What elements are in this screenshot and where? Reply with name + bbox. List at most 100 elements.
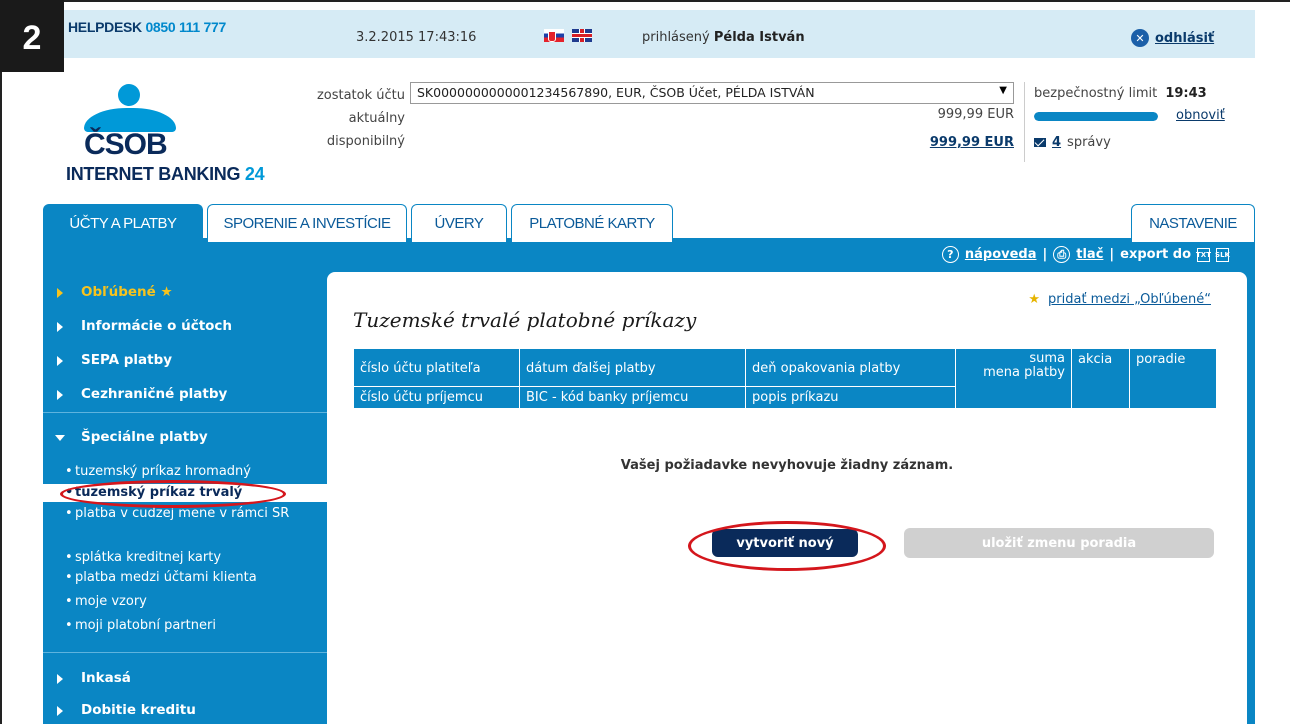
chevron-right-icon [57, 674, 63, 684]
separator: | [1042, 247, 1048, 262]
sidebar-subitem-bulk-order[interactable]: tuzemský príkaz hromadný [43, 464, 327, 479]
sidebar-item-favorites[interactable]: Obľúbené ★ [43, 284, 327, 300]
column-header: popis príkazu [745, 386, 956, 409]
main-tabs: ÚČTY A PLATBY SPORENIE A INVESTÍCIE ÚVER… [43, 204, 1255, 242]
step-number-badge: 2 [0, 0, 64, 72]
logo-name: ČSOB [84, 128, 168, 161]
help-icon[interactable]: ? [941, 246, 959, 263]
helpdesk-number: 0850 111 777 [145, 19, 226, 35]
chevron-right-icon [57, 706, 63, 716]
logout-link[interactable]: ✕ odhlásiť [1131, 29, 1214, 47]
vertical-separator [1024, 82, 1025, 162]
security-limit: bezpečnostný limit 19:43 [1034, 86, 1207, 101]
tab-loans[interactable]: ÚVERY [411, 204, 507, 242]
column-header: suma [1029, 351, 1065, 366]
actual-balance-value: 999,99 EUR [937, 107, 1014, 122]
sidebar-subitem-credit-card-repayment[interactable]: splátka kreditnej karty [43, 550, 327, 565]
chevron-right-icon [57, 322, 63, 332]
sidebar-subitem-own-accounts[interactable]: platba medzi účtami klienta [43, 570, 327, 585]
print-icon[interactable]: ⎙ [1053, 246, 1071, 263]
table-header-row: číslo účtu platiteľa dátum ďalšej platby… [353, 348, 1217, 409]
top-bar: HELPDESK 0850 111 777 3.2.2015 17:43:16 … [64, 10, 1255, 58]
slk-file-icon[interactable]: SLK [1215, 247, 1230, 262]
logged-user: prihlásený Példa István [642, 30, 805, 45]
sidebar-item-label: SEPA platby [81, 352, 173, 368]
create-new-button[interactable]: vytvoriť nový [712, 529, 858, 557]
utility-links: ? nápoveda | ⎙ tlač | export do TXT SLK [941, 246, 1230, 263]
export-label: export do [1120, 247, 1191, 262]
label-actual: aktuálny [348, 111, 405, 126]
session-datetime: 3.2.2015 17:43:16 [356, 30, 477, 45]
logo-sub-text: INTERNET BANKING [66, 164, 241, 184]
sidebar-divider [43, 652, 327, 653]
column-header: mena platby [983, 365, 1065, 380]
logged-prefix: prihlásený [642, 30, 710, 45]
available-balance-value[interactable]: 999,99 EUR [850, 135, 1014, 150]
logo-sub-number: 24 [244, 164, 265, 184]
slovak-flag-icon[interactable] [544, 29, 564, 42]
messages-link[interactable]: 4 správy [1034, 135, 1111, 150]
mail-icon [1034, 138, 1046, 147]
security-limit-time: 19:43 [1165, 86, 1207, 101]
save-order-button[interactable]: uložiť zmenu poradia [904, 528, 1214, 558]
sidebar-item-label: Cezhraničné platby [81, 386, 228, 402]
security-limit-label: bezpečnostný limit [1034, 86, 1158, 101]
help-link[interactable]: nápoveda [965, 247, 1037, 262]
column-header: BIC - kód banky príjemcu [519, 386, 746, 409]
main-content: ★ pridať medzi „Obľúbené“ Tuzemské trval… [327, 272, 1247, 724]
add-to-favorites[interactable]: ★ pridať medzi „Obľúbené“ [1028, 292, 1211, 307]
helpdesk-label: HELPDESK [68, 19, 142, 35]
account-select[interactable]: SK0000000000001234567890, EUR, ČSOB Účet… [410, 82, 1014, 104]
english-flag-icon[interactable] [572, 29, 592, 42]
column-header: číslo účtu platiteľa [353, 348, 520, 387]
logout-label[interactable]: odhlásiť [1155, 31, 1214, 46]
close-icon[interactable]: ✕ [1131, 29, 1149, 47]
csob-logo[interactable]: ČSOB INTERNET BANKING 24 [66, 82, 278, 192]
print-link[interactable]: tlač [1076, 247, 1103, 262]
sidebar-subitem-my-templates[interactable]: moje vzory [43, 594, 327, 609]
sidebar-item-credit-topup[interactable]: Dobitie kreditu [43, 702, 327, 718]
column-header: akcia [1071, 348, 1130, 409]
dropdown-arrow-icon[interactable]: ▼ [999, 85, 1007, 96]
messages-label: správy [1067, 135, 1111, 150]
column-header: deň opakovania platby [745, 348, 956, 387]
sidebar-item-sepa-payments[interactable]: SEPA platby [43, 352, 327, 368]
tab-payment-cards[interactable]: PLATOBNÉ KARTY [511, 204, 673, 242]
label-available: disponibilný [326, 134, 405, 149]
account-select-value: SK0000000000001234567890, EUR, ČSOB Účet… [417, 85, 815, 100]
frame-top-border [0, 0, 1290, 2]
messages-count[interactable]: 4 [1052, 135, 1061, 150]
add-to-favorites-link[interactable]: pridať medzi „Obľúbené“ [1048, 292, 1211, 307]
refresh-link[interactable]: obnoviť [1176, 108, 1225, 123]
chevron-right-icon [57, 288, 63, 298]
sidebar-subitem-foreign-currency[interactable]: platba v cudzej mene v rámci SR [43, 506, 327, 521]
sidebar-item-direct-debits[interactable]: Inkasá [43, 670, 327, 686]
separator: | [1109, 247, 1115, 262]
tab-settings[interactable]: NASTAVENIE [1131, 204, 1255, 242]
sidebar-item-cross-border[interactable]: Cezhraničné platby [43, 386, 327, 402]
no-record-message: Vašej požiadavke nevyhovuje žiadny zázna… [620, 458, 954, 473]
txt-file-icon[interactable]: TXT [1196, 247, 1211, 262]
logo-subtitle: INTERNET BANKING 24 [66, 164, 265, 185]
star-icon: ★ [1028, 292, 1041, 307]
sidebar-item-label: Obľúbené [81, 284, 156, 300]
sidebar-item-special-payments[interactable]: Špeciálne platby [43, 429, 327, 445]
tab-accounts-payments[interactable]: ÚČTY A PLATBY [43, 204, 203, 242]
sidebar-divider [43, 412, 327, 413]
star-icon: ★ [160, 284, 173, 300]
label-balance: zostatok účtu [316, 88, 405, 103]
sidebar-item-account-info[interactable]: Informácie o účtoch [43, 318, 327, 334]
main-content-frame: ★ pridať medzi „Obľúbené“ Tuzemské trval… [327, 268, 1255, 724]
tab-savings-investments[interactable]: SPORENIE A INVESTÍCIE [207, 204, 407, 242]
sidebar-subitem-payment-partners[interactable]: moji platobní partneri [43, 618, 327, 633]
sidebar-item-label: Dobitie kreditu [81, 702, 196, 718]
standing-orders-table: číslo účtu platiteľa dátum ďalšej platby… [353, 348, 1217, 409]
page-title: Tuzemské trvalé platobné príkazy [353, 308, 697, 332]
sidebar-subitem-standing-order[interactable]: tuzemský príkaz trvalý [43, 484, 327, 502]
column-header-amount: suma mena platby [955, 348, 1072, 409]
logged-user-name: Példa István [713, 30, 805, 45]
chevron-right-icon [57, 356, 63, 366]
chevron-down-icon [55, 435, 65, 441]
column-header: číslo účtu príjemcu [353, 386, 520, 409]
utility-bar: ? nápoveda | ⎙ tlač | export do TXT SLK [43, 242, 1255, 268]
